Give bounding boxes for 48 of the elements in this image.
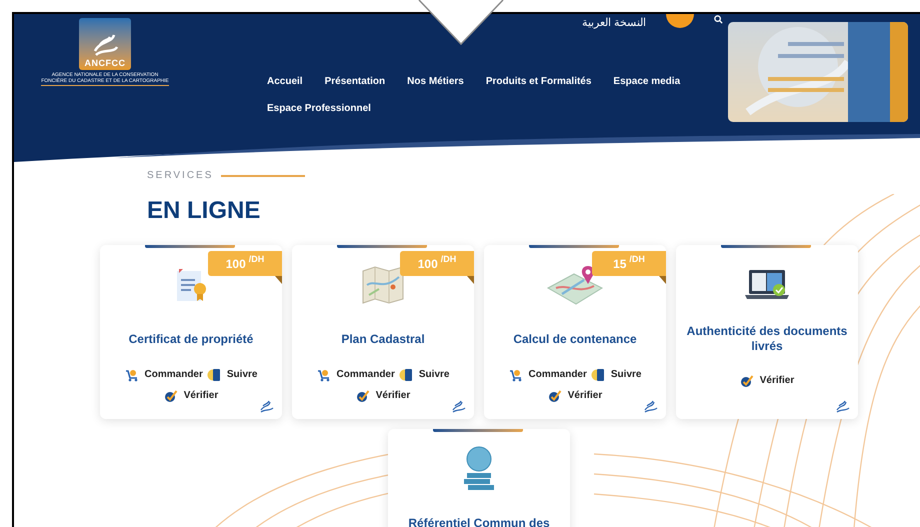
logo-mark-icon	[642, 399, 658, 413]
cart-icon	[508, 368, 523, 382]
checkmark-icon	[548, 388, 562, 402]
section-eyebrow: SERVICES	[147, 169, 214, 183]
section-title: EN LIGNE	[147, 196, 262, 226]
action-link[interactable]: Commander	[508, 367, 587, 382]
action-link[interactable]: Vérifier	[740, 373, 794, 388]
checkmark-icon	[740, 374, 754, 388]
price-ribbon: 15 $^{/DH}$	[592, 251, 666, 276]
ribbon-fold	[659, 276, 666, 284]
service-title[interactable]: Plan Cadastral	[341, 332, 425, 346]
logo: ANCFCC	[79, 18, 131, 70]
cart-icon	[124, 368, 139, 382]
action-link[interactable]: Suivre	[398, 367, 450, 382]
service-card[interactable]: Authenticité des documents livrés Vérifier	[676, 245, 858, 419]
ribbon-fold	[467, 276, 474, 284]
service-card[interactable]: 100 $^{/DH}$ Certificat de propriété Commander Suivre Vérifier	[100, 245, 282, 419]
service-title[interactable]: Référentiel Commun des	[408, 516, 550, 527]
action-link[interactable]: Commander	[124, 367, 203, 382]
action-link[interactable]: Vérifier	[356, 388, 410, 403]
nav-link[interactable]: Espace Professionnel	[267, 101, 371, 116]
action-link[interactable]: Commander	[316, 367, 395, 382]
logo-mark-icon	[258, 399, 274, 413]
price-ribbon: 100 $^{/DH}$	[208, 251, 282, 276]
action-link[interactable]: Suivre	[590, 367, 642, 382]
logo-mark-icon	[834, 399, 850, 413]
action-link[interactable]: Vérifier	[164, 388, 218, 403]
service-title[interactable]: Calcul de contenance	[513, 332, 637, 346]
action-link[interactable]: Suivre	[206, 367, 258, 382]
language-link[interactable]: النسخة العربية	[582, 15, 646, 32]
service-card[interactable]: Référentiel Commun des	[388, 429, 570, 527]
nav-link[interactable]: Espace media	[613, 74, 680, 89]
nav-link[interactable]: Produits et Formalités	[486, 74, 592, 89]
nav-link[interactable]: Nos Métiers	[407, 74, 464, 89]
checkmark-icon	[356, 388, 370, 402]
search-icon[interactable]	[714, 15, 723, 24]
nav-link[interactable]: Présentation	[324, 74, 386, 89]
nav-link[interactable]: Accueil	[267, 74, 303, 89]
ribbon-fold	[275, 276, 282, 284]
logo-mark-icon	[450, 399, 466, 413]
service-card[interactable]: 15 $^{/DH}$ Calcul de contenance Commander Suivre Vérifier	[484, 245, 666, 419]
service-title[interactable]: Authenticité des documents livrés	[684, 324, 850, 354]
price-ribbon: 100 $^{/DH}$	[400, 251, 474, 276]
service-title[interactable]: Certificat de propriété	[128, 332, 254, 346]
action-link[interactable]: Vérifier	[548, 388, 602, 403]
service-card[interactable]: 100 $^{/DH}$ Plan Cadastral Commander Suivre Vérifier	[292, 245, 474, 419]
checkmark-icon	[164, 388, 178, 402]
cart-icon	[316, 368, 331, 382]
